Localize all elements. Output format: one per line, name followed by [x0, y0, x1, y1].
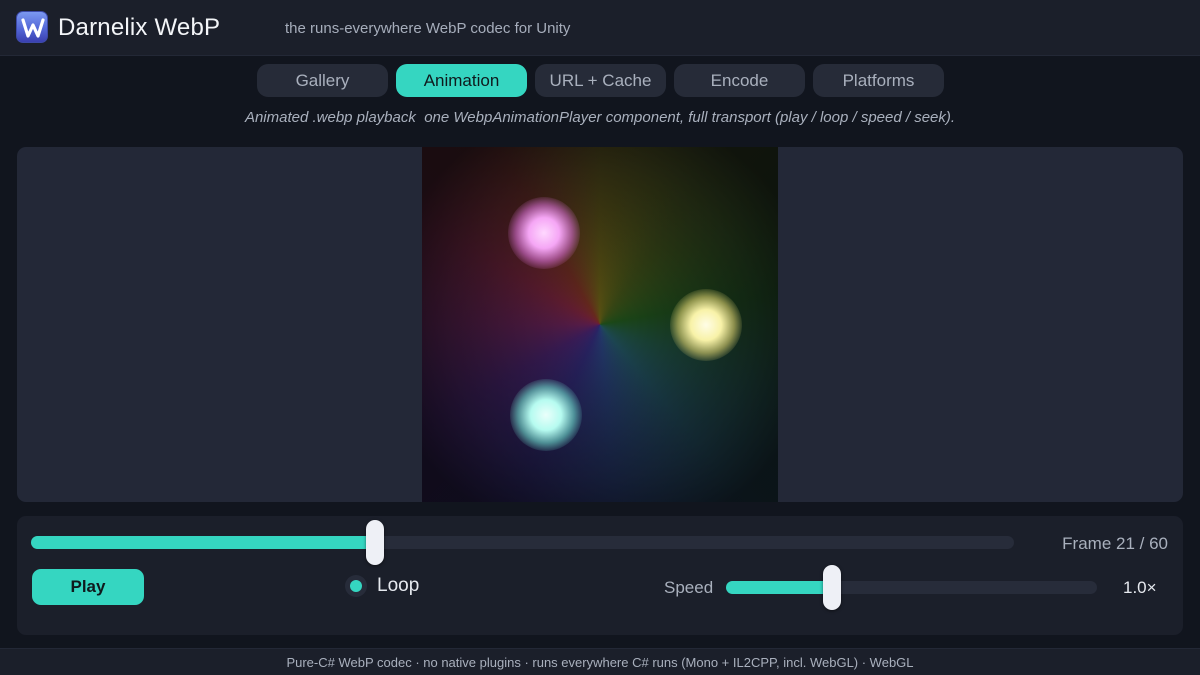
tab-encode[interactable]: Encode — [674, 64, 805, 97]
cyan-glow-orb — [510, 379, 582, 451]
speed-slider-thumb[interactable] — [823, 565, 841, 610]
animation-preview-panel — [17, 147, 1183, 502]
app-title: Darnelix WebP — [58, 14, 221, 41]
speed-slider-fill — [726, 581, 832, 594]
animation-frame — [422, 147, 778, 502]
loop-label: Loop — [377, 575, 420, 596]
tab-platforms[interactable]: Platforms — [813, 64, 944, 97]
speed-slider[interactable] — [726, 565, 1097, 610]
yellow-glow-orb — [670, 289, 742, 361]
loop-toggle[interactable]: Loop — [345, 575, 419, 597]
seek-slider[interactable] — [31, 520, 1014, 565]
app-header: Darnelix WebP the runs-everywhere WebP c… — [0, 0, 1200, 56]
app-subtitle: the runs-everywhere WebP codec for Unity — [285, 20, 571, 37]
frame-counter: Frame 21 / 60 — [1062, 534, 1168, 553]
page-description: Animated .webp playback one WebpAnimatio… — [244, 109, 956, 126]
play-button[interactable]: Play — [32, 569, 144, 605]
tab-url-cache[interactable]: URL + Cache — [535, 64, 666, 97]
speed-label: Speed — [664, 578, 714, 597]
tab-bar: Gallery Animation URL + Cache Encode Pla… — [257, 64, 944, 97]
seek-slider-fill — [31, 536, 375, 549]
loop-radio-icon[interactable] — [345, 575, 367, 597]
app-logo-icon — [16, 11, 48, 43]
footer-status: Pure-C# WebP codec · no native plugins ·… — [0, 648, 1200, 675]
speed-value: 1.0× — [1123, 578, 1157, 597]
seek-slider-thumb[interactable] — [366, 520, 384, 565]
tab-animation[interactable]: Animation — [396, 64, 527, 97]
transport-controls: Frame 21 / 60 Play Loop Speed 1.0× — [17, 516, 1183, 635]
tab-gallery[interactable]: Gallery — [257, 64, 388, 97]
pink-glow-orb — [508, 197, 580, 269]
